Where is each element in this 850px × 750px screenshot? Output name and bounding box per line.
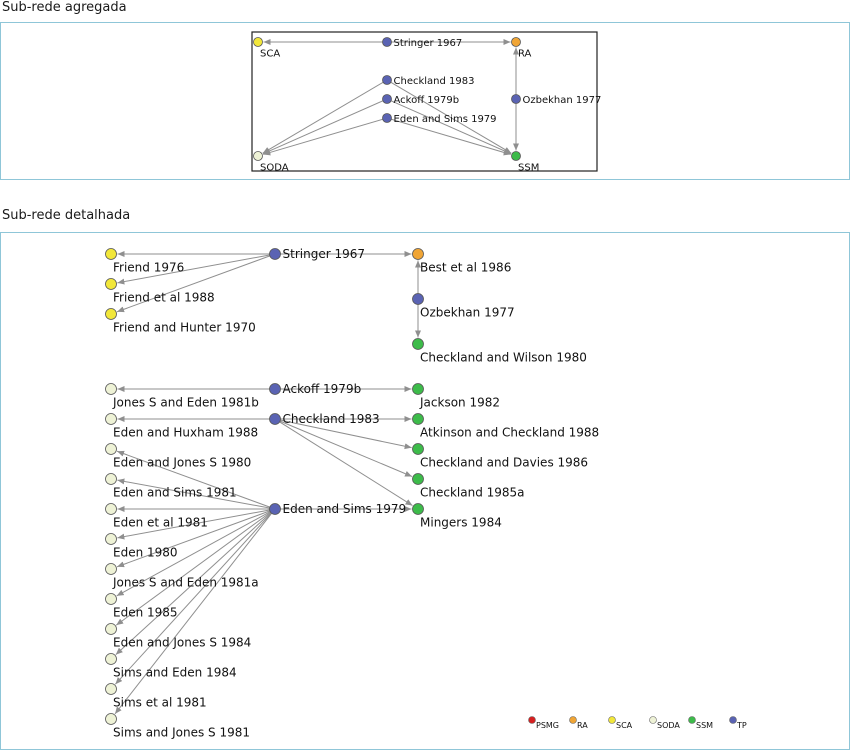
legend-swatch <box>608 716 616 724</box>
legend-label: TP <box>736 721 747 730</box>
legend-item-ra: RA <box>569 716 588 730</box>
group-legend: PSMG RA SCA SODA SSM TP <box>528 716 747 730</box>
legend-item-soda: SODA <box>649 716 680 730</box>
legend-label: PSMG <box>536 721 559 730</box>
legend-item-tp: TP <box>729 716 747 730</box>
legend-swatch <box>729 716 737 724</box>
legend-item-psmg: PSMG <box>528 716 559 730</box>
legend-swatch <box>569 716 577 724</box>
legend-swatch <box>688 716 696 724</box>
legend-item-sca: SCA <box>608 716 633 730</box>
legend-label: RA <box>577 721 588 730</box>
legend-swatch <box>649 716 657 724</box>
legend-item-ssm: SSM <box>688 716 713 730</box>
legend-swatch <box>528 716 536 724</box>
legend-label: SODA <box>657 721 680 730</box>
legend-label: SSM <box>696 721 713 730</box>
legend-label: SCA <box>616 721 633 730</box>
